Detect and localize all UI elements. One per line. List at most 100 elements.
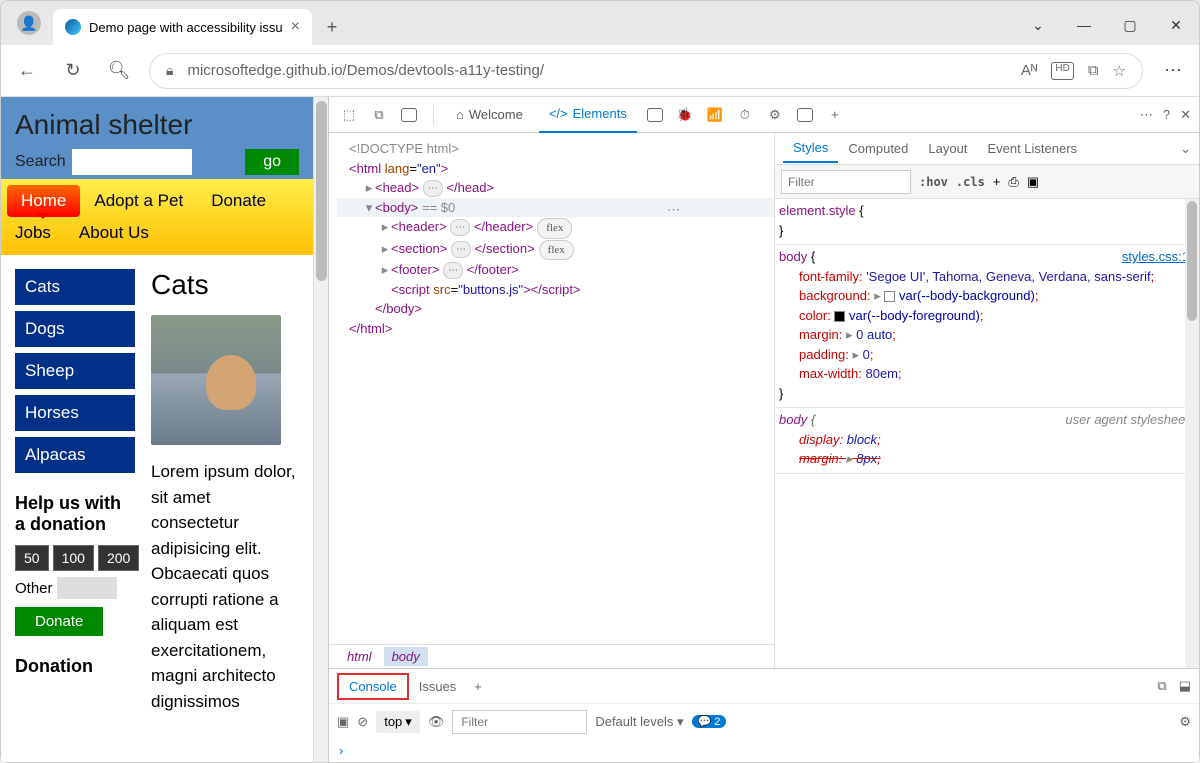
dom-panel: <!DOCTYPE html> <html lang="en"> ▸<head>… [329,133,774,668]
dom-tree[interactable]: <!DOCTYPE html> <html lang="en"> ▸<head>… [329,133,774,644]
styles-filter-input[interactable] [781,170,911,194]
console-prompt[interactable]: › [329,739,1199,762]
window-close-button[interactable]: ✕ [1153,5,1199,45]
style-action-icon[interactable]: ⎙ [1008,174,1018,190]
styles-tabs-more-icon[interactable]: ⌄ [1180,141,1191,157]
cat-cats[interactable]: Cats [15,269,135,305]
console-drawer: Console Issues + ⧉ ⬓ ▣ ⊘ top ▾ 👁 Default… [329,668,1199,762]
memory-icon[interactable]: ⚙ [763,103,787,127]
refresh-button[interactable]: ↻ [57,55,89,87]
console-sidebar-icon[interactable]: ▣ [337,714,349,730]
bc-body[interactable]: body [384,647,428,666]
cat-dogs[interactable]: Dogs [15,311,135,347]
page-scrollbar[interactable] [313,97,328,762]
rule-body-ua[interactable]: user agent stylesheet body { display: bl… [775,408,1199,474]
profile-icon[interactable]: 👤 [17,11,41,35]
tab-welcome[interactable]: ⌂Welcome [446,97,533,133]
drawer-expand-icon[interactable]: ⬓ [1179,678,1191,694]
drawer-tab-console[interactable]: Console [337,673,409,700]
read-aloud-icon[interactable]: Aᴺ [1021,62,1037,80]
nav-jobs[interactable]: Jobs [1,217,65,249]
new-style-plus-icon[interactable]: + [993,174,1001,189]
log-levels[interactable]: Default levels ▾ [595,714,683,730]
tab-close-icon[interactable]: × [291,18,300,36]
context-selector[interactable]: top ▾ [376,711,420,733]
styles-tab-events[interactable]: Event Listeners [977,135,1087,162]
panel-icon[interactable] [401,108,417,122]
console-clear-icon[interactable]: ⊘ [357,714,368,730]
browser-toolbar: ← ↻ 🔍︎ 🔒︎ microsoftedge.github.io/Demos/… [1,45,1199,97]
cat-sheep[interactable]: Sheep [15,353,135,389]
styles-scrollbar[interactable] [1185,199,1199,668]
search-button[interactable]: 🔍︎ [103,55,135,87]
new-tab-button[interactable]: + [316,11,348,43]
drawer-dock-icon[interactable]: ⧉ [1157,678,1166,694]
back-button[interactable]: ← [11,55,43,87]
donate-200[interactable]: 200 [98,545,139,571]
sources-icon[interactable]: 🐞 [673,103,697,127]
bc-html[interactable]: html [339,647,380,666]
device-toggle-icon[interactable]: ⧉ [367,103,391,127]
issues-badge[interactable]: 💬 2 [692,715,727,728]
inspect-icon[interactable]: ⬚ [337,103,361,127]
site-nav: Home Adopt a Pet Donate Jobs About Us [1,179,313,255]
application-icon[interactable] [797,108,813,122]
favorite-star-icon[interactable]: ☆ [1113,62,1126,80]
donate-50[interactable]: 50 [15,545,49,571]
minimize-button[interactable]: — [1061,5,1107,45]
source-link[interactable]: styles.css:1 [1122,247,1189,267]
site-sidebar: Cats Dogs Sheep Horses Alpacas Help us w… [15,269,135,714]
hov-button[interactable]: :hov [919,175,948,189]
console-settings-icon[interactable]: ⚙ [1179,714,1191,730]
styles-tab-styles[interactable]: Styles [783,134,838,163]
rule-body[interactable]: styles.css:1 body { font-family: 'Segoe … [775,245,1199,408]
lock-icon: 🔒︎ [166,62,173,79]
tab-title: Demo page with accessibility issu [89,20,283,35]
nav-donate[interactable]: Donate [197,185,280,217]
styles-tab-computed[interactable]: Computed [838,135,918,162]
console-icon[interactable] [647,108,663,122]
network-icon[interactable]: 📶 [703,103,727,127]
more-tabs-plus-icon[interactable]: + [823,103,847,127]
console-filter-input[interactable] [452,710,587,734]
rule-element-style[interactable]: element.style {} [775,199,1199,245]
devtools-more-icon[interactable]: ⋯ [1140,107,1153,123]
edge-favicon-icon [65,19,81,35]
search-label: Search [15,153,66,171]
address-bar[interactable]: 🔒︎ microsoftedge.github.io/Demos/devtool… [149,53,1143,89]
donate-100[interactable]: 100 [53,545,94,571]
help-icon[interactable]: ? [1163,107,1170,122]
donate-button[interactable]: Donate [15,607,103,636]
site-title: Animal shelter [15,109,299,141]
nav-home[interactable]: Home [7,185,80,217]
drawer-tab-issues[interactable]: Issues [409,673,467,700]
cls-button[interactable]: .cls [956,175,985,189]
hd-icon[interactable]: HD [1051,62,1073,80]
cat-alpacas[interactable]: Alpacas [15,437,135,473]
donation-heading: Help us with a donation [15,493,135,535]
drawer-add-icon[interactable]: + [466,679,490,694]
other-label: Other [15,580,53,597]
page-heading: Cats [151,269,299,301]
nav-adopt[interactable]: Adopt a Pet [80,185,197,217]
tab-overflow-button[interactable]: ⌄ [1015,5,1061,45]
donation-section-heading: Donation [15,656,135,677]
tab-elements[interactable]: </>Elements [539,97,637,133]
styles-tab-layout[interactable]: Layout [918,135,977,162]
maximize-button[interactable]: ▢ [1107,5,1153,45]
performance-icon[interactable]: ⏱ [733,103,757,127]
cat-horses[interactable]: Horses [15,395,135,431]
dom-breadcrumb[interactable]: html body [329,644,774,668]
url-text: microsoftedge.github.io/Demos/devtools-a… [187,62,1006,79]
other-amount-input[interactable] [57,577,117,599]
collections-icon[interactable]: ⧉ [1088,62,1099,80]
code-icon: </> [549,106,568,121]
browser-tab[interactable]: Demo page with accessibility issu × [53,9,312,45]
search-go-button[interactable]: go [245,149,299,175]
style-action2-icon[interactable]: ▣ [1027,174,1039,190]
nav-about[interactable]: About Us [65,217,163,249]
devtools-close-icon[interactable]: ✕ [1180,107,1191,123]
live-expr-icon[interactable]: 👁 [428,714,445,730]
settings-menu-button[interactable]: ⋯ [1157,55,1189,87]
search-input[interactable] [72,149,192,175]
